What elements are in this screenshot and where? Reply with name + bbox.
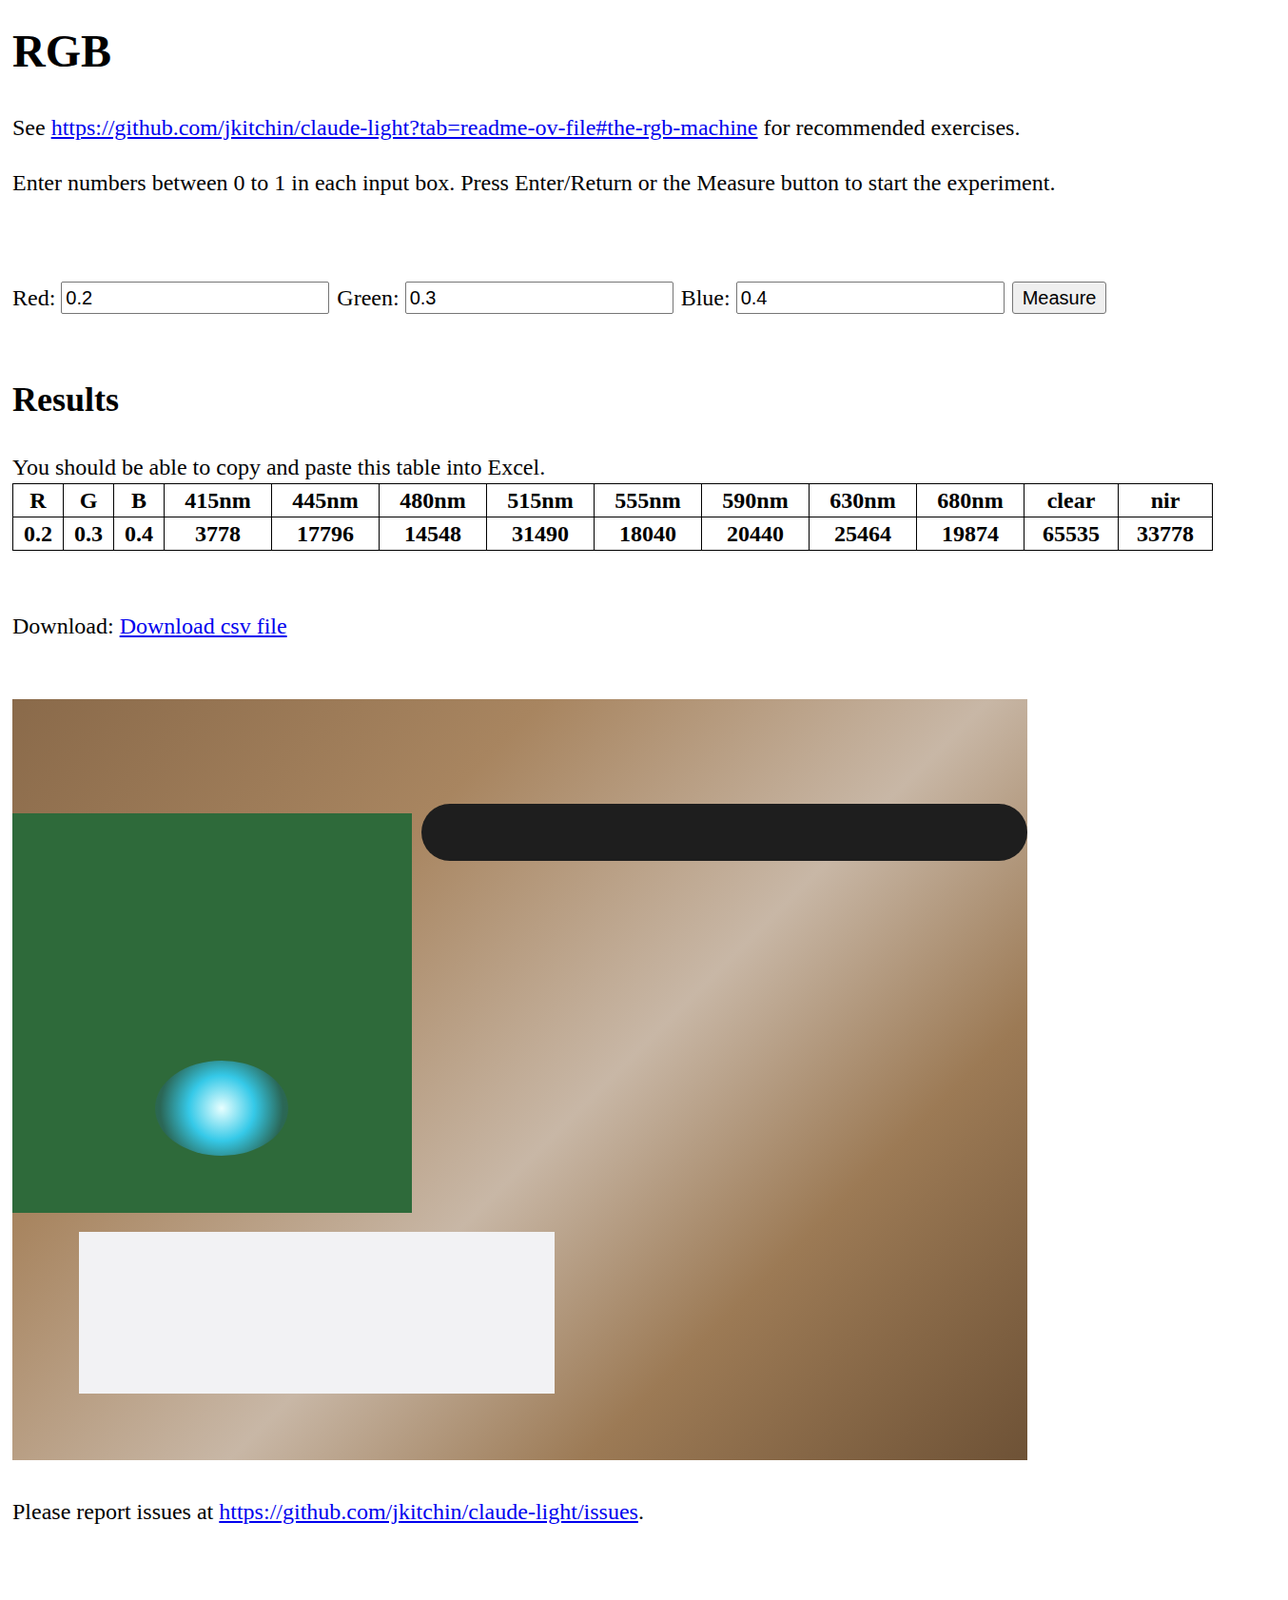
field-label: Red: — [12, 285, 56, 312]
column-header: G — [63, 484, 115, 518]
color-field: Red: — [12, 281, 330, 314]
column-header: 680nm — [917, 484, 1025, 518]
measure-button[interactable]: Measure — [1012, 281, 1108, 314]
table-cell: 25464 — [809, 517, 918, 551]
table-cell: 65535 — [1024, 517, 1119, 551]
column-header: 445nm — [272, 484, 380, 518]
camera-photo — [12, 699, 1028, 1461]
readme-link[interactable]: https://github.com/jkitchin/claude-light… — [51, 115, 759, 140]
results-note: You should be able to copy and paste thi… — [12, 453, 1276, 481]
table-cell: 19874 — [917, 517, 1025, 551]
column-header: 515nm — [487, 484, 595, 518]
table-cell: 31490 — [487, 517, 595, 551]
value-input[interactable] — [736, 281, 1005, 314]
table-cell: 17796 — [272, 517, 380, 551]
rgb-form: Red: Green: Blue: Measure — [12, 280, 1276, 315]
field-label: Blue: — [681, 285, 731, 312]
table-cell: 0.3 — [63, 517, 115, 551]
page: RGB See https://github.com/jkitchin/claud… — [0, 24, 1288, 1544]
table-cell: 0.2 — [13, 517, 64, 551]
column-header: clear — [1024, 484, 1119, 518]
download-line: Download: Download csv file — [12, 612, 1276, 640]
column-header: 415nm — [164, 484, 273, 518]
field-label: Green: — [336, 285, 399, 312]
table-cell: 33778 — [1118, 517, 1213, 551]
table-cell: 20440 — [702, 517, 810, 551]
issues-link[interactable]: https://github.com/jkitchin/claude-light… — [218, 1499, 639, 1524]
column-header: 480nm — [379, 484, 488, 518]
page-title: RGB — [12, 24, 1276, 79]
download-link[interactable]: Download csv file — [119, 613, 288, 639]
color-field: Blue: — [681, 281, 1005, 314]
results-table: RGB415nm445nm480nm515nm555nm590nm630nm68… — [12, 483, 1213, 551]
intro-text: See https://github.com/jkitchin/claude-l… — [12, 114, 1276, 141]
column-header: B — [114, 484, 165, 518]
led-glow — [155, 1060, 289, 1156]
column-header: 555nm — [594, 484, 703, 518]
results-heading: Results — [12, 379, 1276, 420]
table-cell: 18040 — [594, 517, 703, 551]
value-input[interactable] — [405, 281, 674, 314]
column-header: R — [13, 484, 64, 518]
table-cell: 3778 — [164, 517, 273, 551]
cable — [421, 803, 1028, 861]
value-input[interactable] — [60, 281, 330, 314]
footer-text: Please report issues at https://github.c… — [12, 1498, 1276, 1525]
column-header: nir — [1118, 484, 1213, 518]
header-row: RGB415nm445nm480nm515nm555nm590nm630nm68… — [13, 484, 1213, 518]
column-header: 630nm — [809, 484, 918, 518]
color-field: Green: — [336, 281, 673, 314]
column-header: 590nm — [702, 484, 810, 518]
table-cell: 0.4 — [114, 517, 165, 551]
paper-label — [78, 1231, 555, 1394]
table-cell: 14548 — [379, 517, 488, 551]
instructions-text: Enter numbers between 0 to 1 in each inp… — [12, 169, 1276, 196]
table-row: 0.20.30.43778177961454831490180402044025… — [13, 517, 1213, 551]
